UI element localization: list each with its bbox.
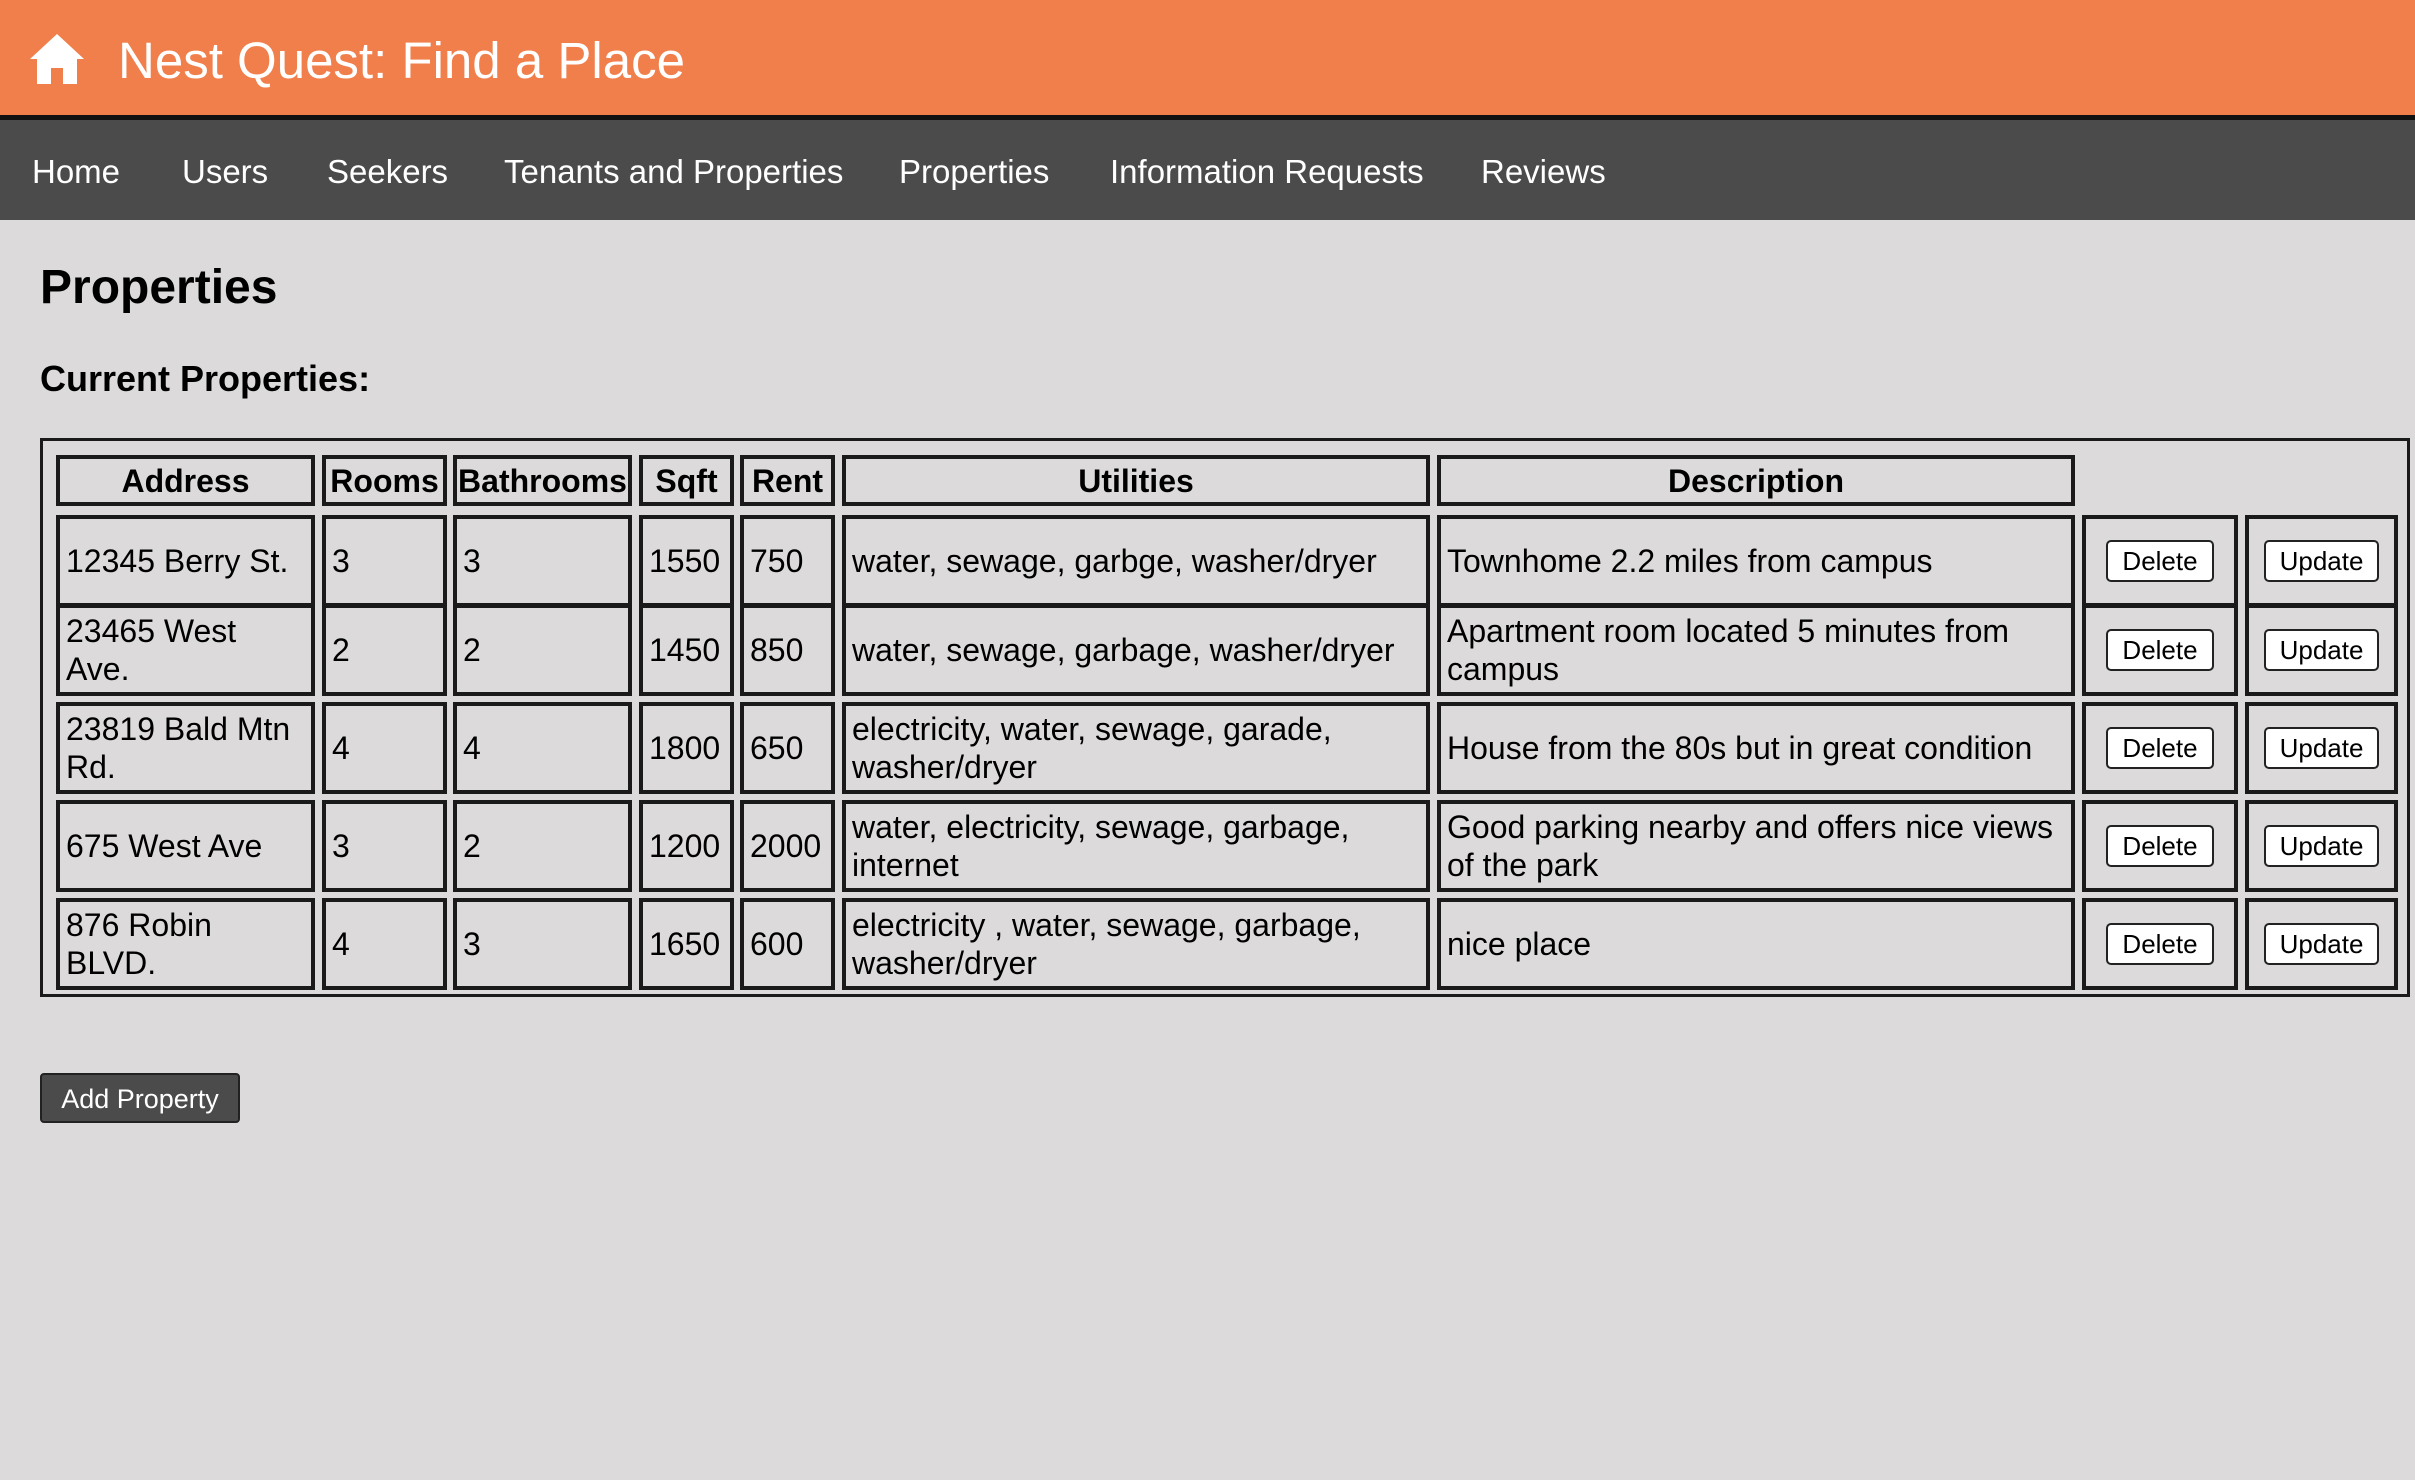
cell-action: Delete bbox=[2082, 800, 2238, 892]
column-header-bathrooms: Bathrooms bbox=[453, 455, 632, 506]
main-nav: Home Users Seekers Tenants and Propertie… bbox=[0, 120, 2415, 220]
cell-action: Update bbox=[2245, 604, 2398, 696]
properties-table: Address Rooms Bathrooms Sqft Rent Utilities De… bbox=[40, 438, 2410, 997]
column-header-utilities: Utilities bbox=[842, 455, 1430, 506]
cell-sqft: 1650 bbox=[639, 898, 734, 990]
cell-rent: 650 bbox=[740, 702, 835, 794]
cell-utilities: water, sewage, garbage, washer/dryer bbox=[842, 604, 1430, 696]
cell-rooms: 4 bbox=[322, 898, 447, 990]
cell-bathrooms: 4 bbox=[453, 702, 632, 794]
column-header-sqft: Sqft bbox=[639, 455, 734, 506]
cell-bathrooms: 3 bbox=[453, 515, 632, 607]
cell-address: 12345 Berry St. bbox=[56, 515, 315, 607]
column-header-rent: Rent bbox=[740, 455, 835, 506]
column-header-rooms: Rooms bbox=[322, 455, 447, 506]
app-title: Nest Quest: Find a Place bbox=[118, 32, 685, 89]
delete-button[interactable]: Delete bbox=[2106, 923, 2214, 965]
column-header-address: Address bbox=[56, 455, 315, 506]
update-button[interactable]: Update bbox=[2263, 923, 2380, 965]
update-button[interactable]: Update bbox=[2263, 825, 2380, 867]
delete-button[interactable]: Delete bbox=[2106, 629, 2214, 671]
app-header: Nest Quest: Find a Place bbox=[0, 0, 2415, 120]
cell-action: Delete bbox=[2082, 898, 2238, 990]
nav-item-properties[interactable]: Properties bbox=[899, 120, 1049, 220]
cell-action: Update bbox=[2245, 898, 2398, 990]
cell-address: 23819 Bald Mtn Rd. bbox=[56, 702, 315, 794]
nav-item-information-requests[interactable]: Information Requests bbox=[1110, 120, 1424, 220]
cell-address: 675 West Ave bbox=[56, 800, 315, 892]
cell-action: Delete bbox=[2082, 604, 2238, 696]
cell-description: Apartment room located 5 minutes from ca… bbox=[1437, 604, 2075, 696]
cell-rooms: 3 bbox=[322, 515, 447, 607]
column-header-description: Description bbox=[1437, 455, 2075, 506]
cell-rooms: 2 bbox=[322, 604, 447, 696]
add-property-button[interactable]: Add Property bbox=[40, 1073, 240, 1123]
cell-rent: 850 bbox=[740, 604, 835, 696]
nav-item-home[interactable]: Home bbox=[32, 120, 120, 220]
delete-button[interactable]: Delete bbox=[2106, 727, 2214, 769]
cell-utilities: water, sewage, garbge, washer/dryer bbox=[842, 515, 1430, 607]
cell-bathrooms: 3 bbox=[453, 898, 632, 990]
page-title: Properties bbox=[40, 261, 278, 314]
cell-utilities: electricity, water, sewage, garade, wash… bbox=[842, 702, 1430, 794]
cell-rooms: 3 bbox=[322, 800, 447, 892]
nav-item-seekers[interactable]: Seekers bbox=[327, 120, 448, 220]
cell-sqft: 1450 bbox=[639, 604, 734, 696]
cell-utilities: water, electricity, sewage, garbage, int… bbox=[842, 800, 1430, 892]
cell-bathrooms: 2 bbox=[453, 800, 632, 892]
nav-item-reviews[interactable]: Reviews bbox=[1481, 120, 1606, 220]
cell-description: nice place bbox=[1437, 898, 2075, 990]
cell-bathrooms: 2 bbox=[453, 604, 632, 696]
delete-button[interactable]: Delete bbox=[2106, 825, 2214, 867]
cell-sqft: 1200 bbox=[639, 800, 734, 892]
home-icon[interactable] bbox=[28, 32, 86, 86]
cell-rent: 2000 bbox=[740, 800, 835, 892]
cell-rent: 750 bbox=[740, 515, 835, 607]
cell-address: 23465 West Ave. bbox=[56, 604, 315, 696]
cell-description: House from the 80s but in great conditio… bbox=[1437, 702, 2075, 794]
cell-description: Townhome 2.2 miles from campus bbox=[1437, 515, 2075, 607]
cell-description: Good parking nearby and offers nice view… bbox=[1437, 800, 2075, 892]
cell-sqft: 1800 bbox=[639, 702, 734, 794]
cell-action: Update bbox=[2245, 515, 2398, 607]
cell-address: 876 Robin BLVD. bbox=[56, 898, 315, 990]
cell-action: Delete bbox=[2082, 515, 2238, 607]
section-title: Current Properties: bbox=[40, 358, 371, 399]
nav-item-tenants-and-properties[interactable]: Tenants and Properties bbox=[504, 120, 843, 220]
cell-rent: 600 bbox=[740, 898, 835, 990]
cell-action: Update bbox=[2245, 800, 2398, 892]
cell-sqft: 1550 bbox=[639, 515, 734, 607]
cell-utilities: electricity , water, sewage, garbage, wa… bbox=[842, 898, 1430, 990]
cell-action: Update bbox=[2245, 702, 2398, 794]
update-button[interactable]: Update bbox=[2263, 540, 2380, 582]
update-button[interactable]: Update bbox=[2263, 727, 2380, 769]
update-button[interactable]: Update bbox=[2263, 629, 2380, 671]
cell-action: Delete bbox=[2082, 702, 2238, 794]
cell-rooms: 4 bbox=[322, 702, 447, 794]
delete-button[interactable]: Delete bbox=[2106, 540, 2214, 582]
nav-item-users[interactable]: Users bbox=[182, 120, 268, 220]
